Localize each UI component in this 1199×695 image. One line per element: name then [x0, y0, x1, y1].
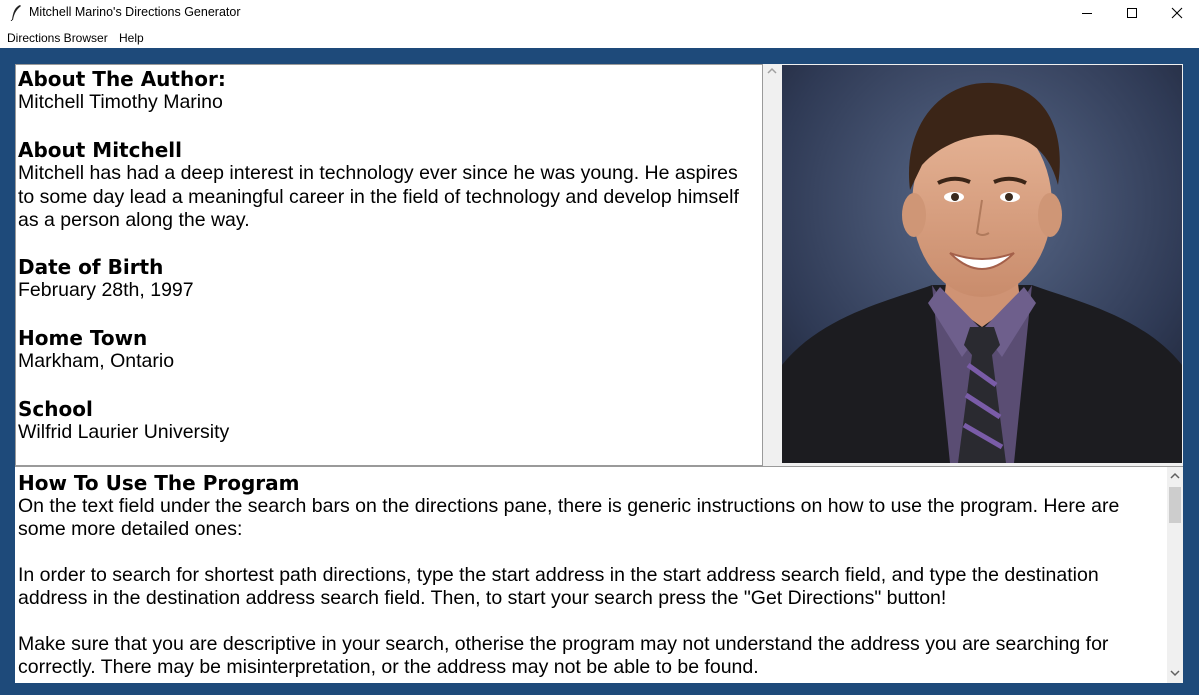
scroll-up-arrow-icon[interactable] [767, 67, 777, 75]
instructions-pane[interactable]: How To Use The Program On the text field… [15, 466, 1183, 683]
school-heading: School [18, 397, 93, 421]
photo-scrollbar[interactable] [763, 64, 781, 466]
instructions-paragraph: Make sure that you are descriptive in yo… [18, 633, 1109, 678]
maximize-icon [1127, 8, 1137, 18]
scrollbar-thumb[interactable] [1169, 487, 1181, 523]
menu-directions-browser[interactable]: Directions Browser [7, 31, 108, 45]
close-button[interactable] [1154, 0, 1199, 26]
home-town-value: Markham, Ontario [18, 350, 175, 372]
date-of-birth-heading: Date of Birth [18, 255, 164, 279]
feather-icon [10, 5, 21, 21]
author-photo [782, 65, 1182, 463]
about-author-heading: About The Author: [18, 67, 226, 91]
about-mitchell-text: Mitchell has had a deep interest in tech… [18, 162, 739, 231]
title-bar: Mitchell Marino's Directions Generator [0, 0, 1199, 26]
instructions-scrollbar[interactable] [1167, 467, 1183, 683]
instructions-paragraph: In order to search for shortest path dir… [18, 564, 1099, 609]
window-title: Mitchell Marino's Directions Generator [29, 5, 241, 19]
how-to-use-heading: How To Use The Program [18, 471, 300, 495]
date-of-birth-value: February 28th, 1997 [18, 279, 194, 301]
close-icon [1171, 7, 1183, 19]
menu-help[interactable]: Help [119, 31, 144, 45]
school-value: Wilfrid Laurier University [18, 421, 230, 443]
scroll-up-arrow-icon[interactable] [1170, 472, 1180, 480]
maximize-button[interactable] [1109, 0, 1155, 26]
photo-area [763, 64, 1183, 466]
author-bio-pane[interactable]: About The Author: Mitchell Timothy Marin… [15, 64, 763, 466]
minimize-icon [1082, 13, 1092, 14]
author-name: Mitchell Timothy Marino [18, 91, 223, 113]
home-town-heading: Home Town [18, 326, 148, 350]
about-mitchell-heading: About Mitchell [18, 138, 182, 162]
scroll-down-arrow-icon[interactable] [1170, 669, 1180, 677]
menu-bar: Directions Browser Help [0, 26, 1199, 48]
instructions-paragraph: On the text field under the search bars … [18, 495, 1120, 540]
minimize-button[interactable] [1064, 0, 1110, 26]
